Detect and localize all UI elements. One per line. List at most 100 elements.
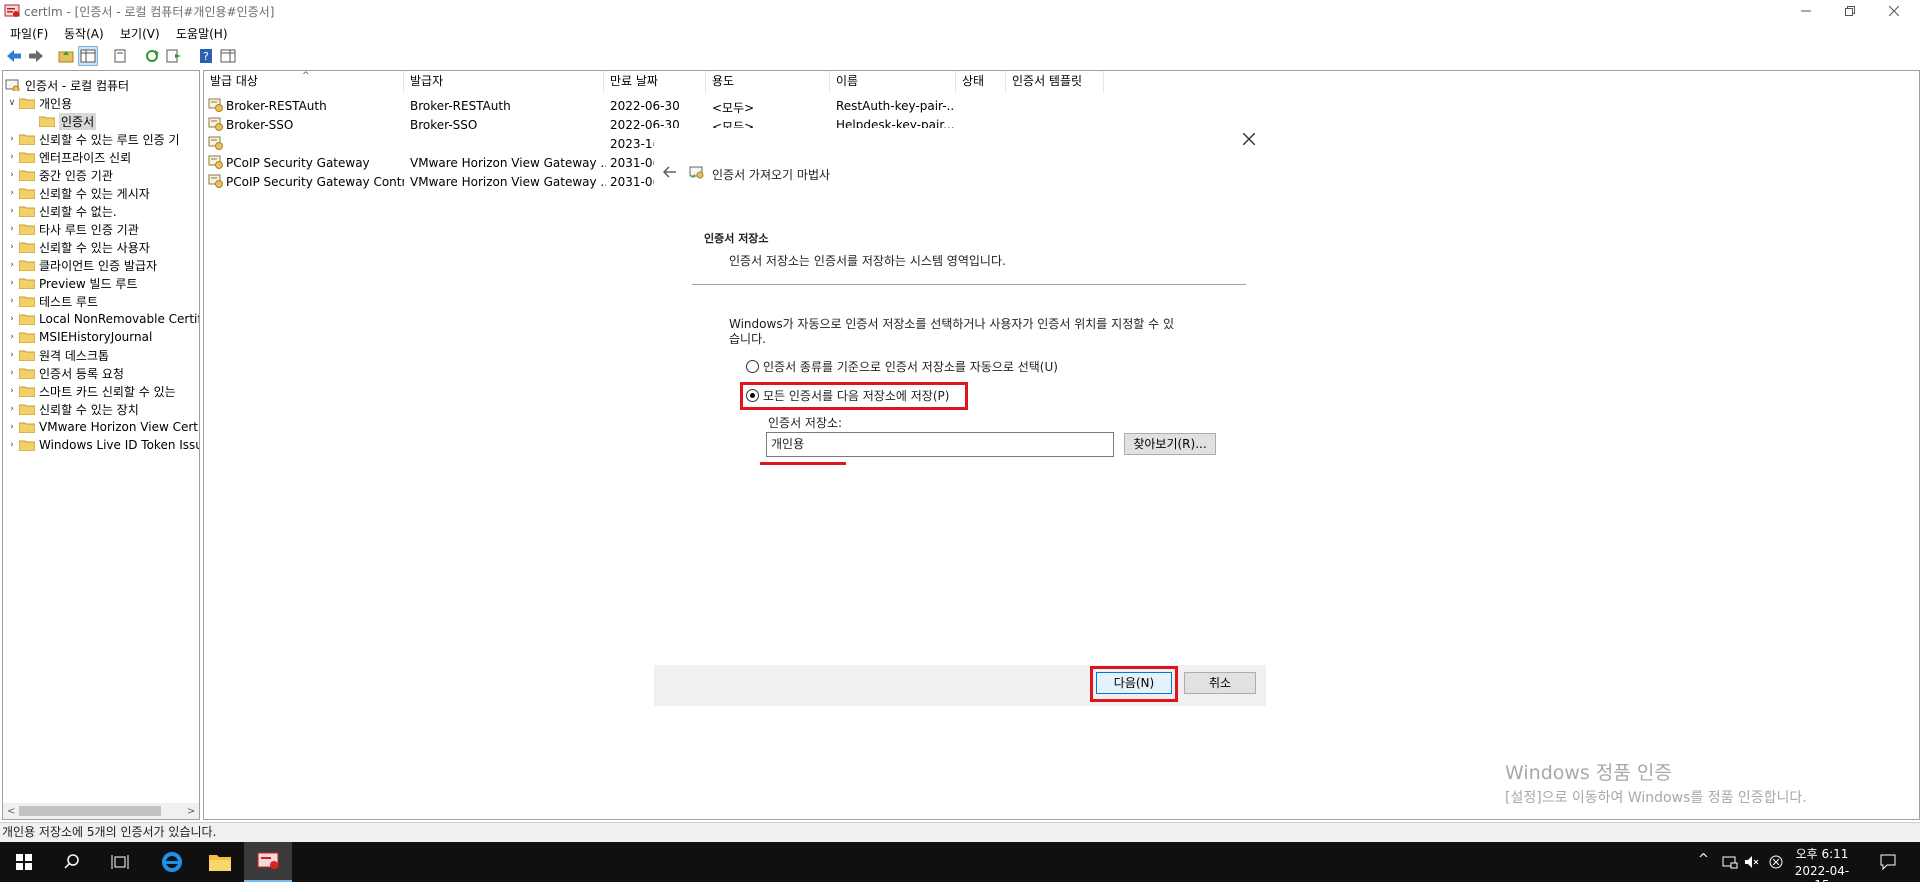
- browse-button[interactable]: 찾아보기(R)...: [1124, 433, 1216, 455]
- radio-auto-label[interactable]: 인증서 종류를 기준으로 인증서 저장소를 자동으로 선택(U): [763, 358, 1058, 375]
- expanded-chevron-icon[interactable]: ∨: [5, 98, 19, 108]
- tree-item-personal[interactable]: ∨ 개인용: [5, 94, 72, 112]
- column-header-friendly-name[interactable]: 이름: [830, 71, 956, 93]
- menu-help[interactable]: 도움말(H): [176, 25, 228, 42]
- menu-action[interactable]: 동작(A): [64, 25, 104, 42]
- tree-item[interactable]: › 타사 루트 인증 기관: [5, 220, 139, 238]
- collapsed-chevron-icon[interactable]: ›: [5, 404, 19, 414]
- table-row[interactable]: Broker-RESTAuth Broker-RESTAuth 2022-06-30…: [204, 97, 1104, 115]
- collapsed-chevron-icon[interactable]: ›: [5, 278, 19, 288]
- tree-item[interactable]: › 신뢰할 수 있는 게시자: [5, 184, 150, 202]
- tree-item[interactable]: › Local NonRemovable Certific: [5, 310, 199, 328]
- collapsed-chevron-icon[interactable]: ›: [5, 170, 19, 180]
- show-action-pane-icon[interactable]: [218, 46, 238, 66]
- scroll-left-icon[interactable]: <: [7, 806, 15, 817]
- tree-item[interactable]: › 신뢰할 수 없는.: [5, 202, 117, 220]
- console-tree[interactable]: 인증서 - 로컬 컴퓨터 ∨ 개인용 인증서 › 신뢰할 수 있는 루트 인증 기…: [2, 70, 200, 820]
- collapsed-chevron-icon[interactable]: ›: [5, 206, 19, 216]
- watermark-subtitle: [설정]으로 이동하여 Windows를 정품 인증합니다.: [1505, 790, 1807, 806]
- collapsed-chevron-icon[interactable]: ›: [5, 332, 19, 342]
- task-view-icon[interactable]: [96, 842, 144, 882]
- tree-item-certificates[interactable]: 인증서: [39, 112, 97, 130]
- menu-view[interactable]: 보기(V): [120, 25, 160, 42]
- network-icon[interactable]: [1722, 855, 1738, 869]
- window-title: certlm - [인증서 - 로컬 컴퓨터#개인용#인증서]: [24, 5, 275, 19]
- tree-item[interactable]: › 클라이언트 인증 발급자: [5, 256, 157, 274]
- minimize-icon[interactable]: [1784, 0, 1828, 22]
- notification-error-icon[interactable]: [1768, 854, 1784, 870]
- column-header-purposes[interactable]: 용도: [706, 71, 830, 93]
- collapsed-chevron-icon[interactable]: ›: [5, 368, 19, 378]
- tree-item[interactable]: › Preview 빌드 루트: [5, 274, 137, 292]
- collapsed-chevron-icon[interactable]: ›: [5, 314, 19, 324]
- certlm-taskbar-icon[interactable]: [244, 842, 292, 882]
- scrollbar-thumb[interactable]: [19, 806, 161, 816]
- status-bar: 개인용 저장소에 5개의 인증서가 있습니다.: [0, 822, 1920, 842]
- tree-item[interactable]: › 중간 인증 기관: [5, 166, 113, 184]
- tree-item[interactable]: › VMware Horizon View Certif: [5, 418, 199, 436]
- collapsed-chevron-icon[interactable]: ›: [5, 296, 19, 306]
- store-input[interactable]: 개인용: [766, 432, 1114, 457]
- collapsed-chevron-icon[interactable]: ›: [5, 350, 19, 360]
- collapsed-chevron-icon[interactable]: ›: [5, 134, 19, 144]
- collapsed-chevron-icon[interactable]: ›: [5, 440, 19, 450]
- tree-item[interactable]: › 인증서 등록 요청: [5, 364, 124, 382]
- tree-horizontal-scrollbar[interactable]: < >: [3, 803, 199, 819]
- folder-icon: [19, 422, 35, 433]
- close-dialog-icon[interactable]: [1243, 133, 1255, 145]
- collapsed-chevron-icon[interactable]: ›: [5, 224, 19, 234]
- tree-root[interactable]: 인증서 - 로컬 컴퓨터: [5, 76, 129, 94]
- column-header-template[interactable]: 인증서 템플릿: [1006, 71, 1104, 93]
- tree-item[interactable]: › 스마트 카드 신뢰할 수 있는: [5, 382, 176, 400]
- collapsed-chevron-icon[interactable]: ›: [5, 152, 19, 162]
- tree-item[interactable]: › 신뢰할 수 있는 사용자: [5, 238, 150, 256]
- action-center-icon[interactable]: [1880, 854, 1896, 870]
- volume-muted-icon[interactable]: [1744, 855, 1760, 869]
- next-button[interactable]: 다음(N): [1096, 672, 1172, 694]
- back-arrow-icon[interactable]: [663, 166, 677, 178]
- radio-manual-label[interactable]: 모든 인증서를 다음 저장소에 저장(P): [763, 387, 949, 404]
- tree-item[interactable]: › 엔터프라이즈 신뢰: [5, 148, 131, 166]
- refresh-icon[interactable]: [142, 46, 162, 66]
- up-folder-icon[interactable]: [56, 46, 76, 66]
- forward-arrow-icon[interactable]: [26, 46, 46, 66]
- tree-item[interactable]: › 신뢰할 수 있는 장치: [5, 400, 139, 418]
- internet-explorer-icon[interactable]: [148, 842, 196, 882]
- cancel-button[interactable]: 취소: [1184, 672, 1256, 694]
- restore-icon[interactable]: [1828, 0, 1872, 22]
- tree-item[interactable]: › Windows Live ID Token Issue: [5, 436, 199, 454]
- column-header-issued-by[interactable]: 발급자: [404, 71, 604, 93]
- show-tree-icon[interactable]: [78, 46, 98, 66]
- collapsed-chevron-icon[interactable]: ›: [5, 386, 19, 396]
- folder-icon: [19, 134, 35, 145]
- collapsed-chevron-icon[interactable]: ›: [5, 188, 19, 198]
- show-hidden-icons-chevron-icon[interactable]: ^: [1698, 852, 1709, 867]
- column-header-expiration[interactable]: 만료 날짜: [604, 71, 706, 93]
- help-icon[interactable]: ?: [196, 46, 216, 66]
- start-windows-icon[interactable]: [0, 842, 48, 882]
- folder-icon: [19, 206, 35, 217]
- collapsed-chevron-icon[interactable]: ›: [5, 422, 19, 432]
- tree-item[interactable]: › 원격 데스크톱: [5, 346, 109, 364]
- certlm-app-icon: [4, 3, 20, 19]
- back-arrow-icon[interactable]: [4, 46, 24, 66]
- collapsed-chevron-icon[interactable]: ›: [5, 242, 19, 252]
- clock[interactable]: 오후 6:11 2022-04-15: [1792, 845, 1852, 892]
- collapsed-chevron-icon[interactable]: ›: [5, 260, 19, 270]
- menu-file[interactable]: 파일(F): [10, 25, 48, 42]
- export-list-icon[interactable]: [164, 46, 184, 66]
- scroll-right-icon[interactable]: >: [187, 806, 195, 817]
- title-bar: certlm - [인증서 - 로컬 컴퓨터#개인용#인증서]: [0, 0, 1920, 22]
- tree-item[interactable]: › 테스트 루트: [5, 292, 98, 310]
- search-icon[interactable]: [48, 842, 96, 882]
- radio-manual-store[interactable]: [746, 389, 759, 402]
- tree-item[interactable]: › 신뢰할 수 있는 루트 인증 기: [5, 130, 179, 148]
- close-window-icon[interactable]: [1872, 0, 1916, 22]
- radio-auto-select[interactable]: [746, 360, 759, 373]
- file-explorer-icon[interactable]: [196, 842, 244, 882]
- tree-item[interactable]: › MSIEHistoryJournal: [5, 328, 152, 346]
- column-header-status[interactable]: 상태: [956, 71, 1006, 93]
- clock-time: 오후 6:11: [1795, 847, 1849, 861]
- properties-icon[interactable]: [110, 46, 130, 66]
- folder-icon: [19, 242, 35, 253]
